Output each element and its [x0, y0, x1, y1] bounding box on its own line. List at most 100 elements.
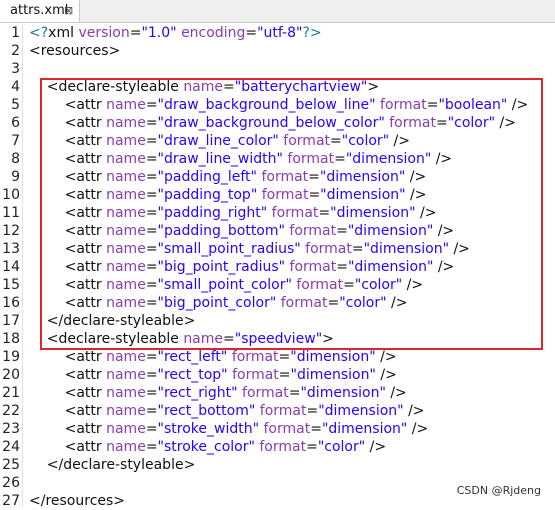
line-number: 10: [2, 187, 20, 203]
code-token: =: [145, 439, 158, 455]
tab-attrs-xml[interactable]: attrs.xml ⊠: [0, 0, 80, 22]
close-icon[interactable]: ⊠: [64, 0, 73, 22]
line-number: 19: [2, 349, 20, 365]
code-text: <attr name="rect_top" format="dimension"…: [29, 366, 397, 384]
code-token: version: [78, 25, 130, 41]
code-token: =: [278, 367, 291, 383]
code-token: =: [129, 25, 142, 41]
tab-title: attrs.xml: [10, 3, 69, 18]
code-text: <?xml version="1.0" encoding="utf-8"?>: [29, 24, 322, 42]
line-number: 13: [2, 241, 20, 257]
code-token: encoding: [181, 25, 246, 41]
line-number: 18: [2, 331, 20, 347]
code-text: <attr name="stroke_width" format="dimens…: [29, 420, 429, 438]
code-token: <resources>: [29, 43, 121, 59]
code-token: =: [145, 367, 158, 383]
code-token: =: [306, 439, 318, 455]
code-token: <?: [29, 25, 49, 41]
code-token: />: [375, 349, 397, 365]
line-number: 2: [11, 43, 20, 59]
code-line: 3: [0, 60, 555, 78]
line-number: 4: [11, 79, 20, 95]
code-token: =: [145, 349, 158, 365]
line-number: 1: [11, 25, 20, 41]
code-token: "dimension": [318, 403, 404, 419]
line-number: 20: [2, 367, 20, 383]
code-token: "utf-8": [257, 25, 303, 41]
code-token: "dimension": [321, 421, 408, 437]
line-number: 12: [2, 223, 20, 239]
tab-bar: attrs.xml ⊠: [0, 0, 555, 23]
code-token: format: [263, 421, 311, 437]
code-line: 1 <?xml version="1.0" encoding="utf-8"?>: [0, 24, 555, 42]
code-token: xml: [48, 25, 79, 41]
line-number: 3: [11, 61, 20, 77]
code-line: 19 <attr name="rect_left" format="dimens…: [0, 348, 555, 366]
code-token: name: [106, 439, 146, 455]
code-token: =: [278, 349, 291, 365]
line-number: 25: [2, 457, 20, 473]
code-line: 23 <attr name="stroke_width" format="dim…: [0, 420, 555, 438]
code-token: =: [245, 25, 258, 41]
code-text: </resources>: [29, 492, 125, 510]
line-number: 6: [11, 115, 20, 131]
code-text: <attr name="rect_bottom" format="dimensi…: [29, 402, 425, 420]
code-token: />: [385, 385, 407, 401]
code-token: name: [106, 403, 146, 419]
code-token: <attr: [29, 403, 107, 419]
line-number: 11: [2, 205, 20, 221]
code-token: "stroke_color": [157, 439, 255, 455]
line-number: 14: [2, 259, 20, 275]
code-token: "dimension": [300, 385, 386, 401]
code-token: name: [106, 367, 146, 383]
code-token: =: [145, 421, 158, 437]
code-token: format: [242, 385, 289, 401]
code-token: "rect_top": [157, 367, 228, 383]
code-token: />: [375, 367, 397, 383]
code-token: <attr: [29, 439, 107, 455]
code-line: 22 <attr name="rect_bottom" format="dime…: [0, 402, 555, 420]
highlight-box: [40, 78, 543, 350]
line-number: 17: [2, 313, 20, 329]
code-token: =: [288, 385, 301, 401]
code-token: "rect_left": [157, 349, 228, 365]
code-token: "color": [317, 439, 366, 455]
code-line: 25 </declare-styleable>: [0, 456, 555, 474]
code-token: "stroke_width": [157, 421, 260, 437]
code-token: "1.0": [141, 25, 177, 41]
line-number: 9: [11, 169, 20, 185]
code-token: "dimension": [290, 367, 376, 383]
line-number: 16: [2, 295, 20, 311]
code-line: 20 <attr name="rect_top" format="dimensi…: [0, 366, 555, 384]
code-token: "rect_right": [157, 385, 238, 401]
code-token: <attr: [29, 349, 107, 365]
code-token: =: [310, 421, 322, 437]
code-token: name: [106, 421, 146, 437]
code-token: format: [259, 403, 307, 419]
code-token: name: [106, 385, 146, 401]
code-token: =: [145, 385, 158, 401]
code-text: <attr name="rect_left" format="dimension…: [29, 348, 397, 366]
line-number: 27: [2, 493, 20, 509]
code-editor[interactable]: 1 <?xml version="1.0" encoding="utf-8"?> 2…: [0, 23, 555, 510]
code-token: <attr: [29, 367, 107, 383]
code-text: <attr name="stroke_color" format="color"…: [29, 438, 387, 456]
code-token: />: [365, 439, 387, 455]
line-number: 23: [2, 421, 20, 437]
line-number: 26: [2, 475, 20, 491]
code-line: 24 <attr name="stroke_color" format="col…: [0, 438, 555, 456]
code-line: 21 <attr name="rect_right" format="dimen…: [0, 384, 555, 402]
code-token: "rect_bottom": [157, 403, 256, 419]
code-text: <attr name="rect_right" format="dimensio…: [29, 384, 407, 402]
code-text: <resources>: [29, 42, 120, 60]
line-number: 7: [11, 133, 20, 149]
code-token: format: [231, 349, 279, 365]
code-token: name: [106, 349, 146, 365]
line-number: 15: [2, 277, 20, 293]
code-token: <attr: [29, 421, 107, 437]
code-token: ?>: [302, 25, 322, 41]
code-token: </declare-styleable>: [29, 457, 196, 473]
line-number: 21: [2, 385, 20, 401]
code-token: "dimension": [290, 349, 376, 365]
code-token: />: [403, 403, 425, 419]
